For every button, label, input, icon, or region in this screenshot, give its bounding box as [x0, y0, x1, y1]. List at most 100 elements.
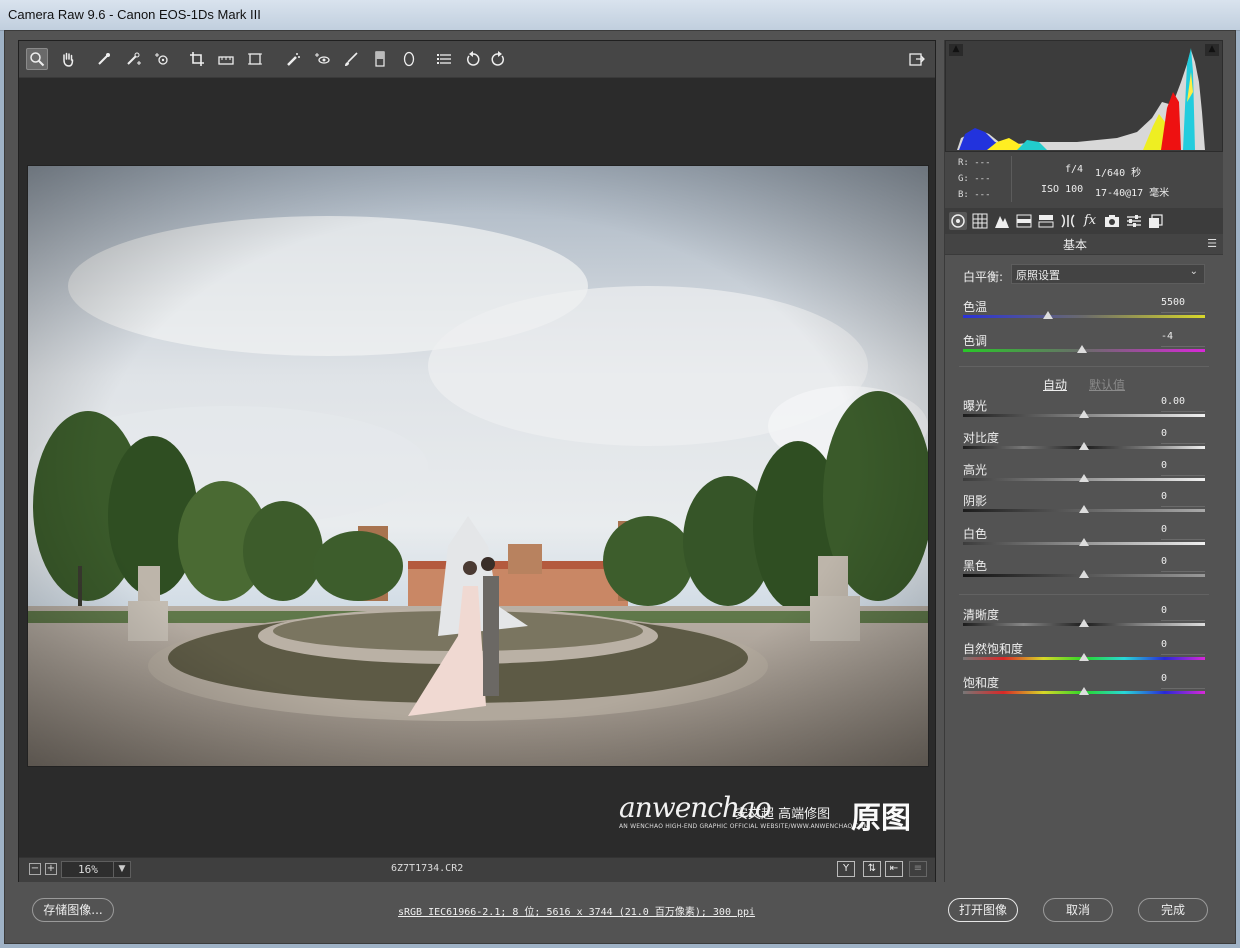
- tab-effects[interactable]: fx: [1081, 212, 1099, 230]
- rotate-ccw-icon[interactable]: [462, 48, 484, 70]
- camera-raw-window: anwenchao 安文超 高端修图 AN WENCHAO HIGH-END G…: [4, 30, 1236, 944]
- toggle-fullscreen-icon[interactable]: [906, 48, 928, 70]
- rotate-cw-icon[interactable]: [487, 48, 509, 70]
- slider-value-field[interactable]: -4: [1161, 331, 1205, 347]
- chevron-down-icon: ▼: [113, 862, 130, 877]
- slider-label: 高光: [963, 463, 988, 477]
- radial-filter-icon[interactable]: [398, 48, 420, 70]
- white-balance-select[interactable]: 原照设置 ⌄: [1011, 264, 1205, 284]
- transform-icon[interactable]: [244, 48, 266, 70]
- graduated-filter-icon[interactable]: [369, 48, 391, 70]
- crop-icon[interactable]: [186, 48, 208, 70]
- chevron-down-icon: ⌄: [1189, 266, 1198, 277]
- preview-status-bar: − + 16% ▼ 6Z7T1734.CR2 Y ⇅ ⇤ ≡: [19, 857, 935, 882]
- slider-value-field[interactable]: 0: [1161, 673, 1205, 689]
- section-header: 基本 ☰: [945, 234, 1223, 255]
- slider-label: 曝光: [963, 399, 988, 413]
- slider-thumb[interactable]: [1079, 538, 1089, 546]
- white-balance-value: 原照设置: [1016, 269, 1060, 282]
- workflow-options-link[interactable]: sRGB IEC61966-2.1; 8 位; 5616 x 3744 (21.…: [398, 903, 755, 918]
- aperture: f/4: [1065, 164, 1084, 175]
- iso: ISO 100: [1041, 184, 1084, 195]
- slider-label: 阴影: [963, 494, 988, 508]
- cancel-button[interactable]: 取消: [1043, 898, 1113, 922]
- tab-basic[interactable]: [949, 212, 967, 230]
- slider-thumb[interactable]: [1079, 505, 1089, 513]
- blue-value: B: ---: [958, 190, 991, 200]
- tab-camera-calibration[interactable]: [1103, 212, 1121, 230]
- slider-thumb[interactable]: [1079, 687, 1089, 695]
- panel-menu-icon[interactable]: ☰: [1207, 237, 1217, 250]
- toolbar: [19, 41, 935, 78]
- slider-value-field[interactable]: 0: [1161, 605, 1205, 621]
- adjustment-brush-icon[interactable]: [340, 48, 362, 70]
- straighten-icon[interactable]: [215, 48, 237, 70]
- info-panel: R: --- G: --- B: --- f/4 1/640 秒 ISO 100…: [945, 152, 1223, 209]
- default-link[interactable]: 默认值: [1089, 376, 1125, 393]
- slider-value-field[interactable]: 0: [1161, 639, 1205, 655]
- white-balance-label: 白平衡:: [963, 270, 1004, 284]
- hand-icon[interactable]: [57, 48, 79, 70]
- auto-link[interactable]: 自动: [1043, 376, 1067, 393]
- toggle-settings-button[interactable]: ≡: [909, 861, 927, 877]
- slider-thumb[interactable]: [1079, 474, 1089, 482]
- red-eye-icon[interactable]: [311, 48, 333, 70]
- slider-value-field[interactable]: 0: [1161, 524, 1205, 540]
- title-bar: Camera Raw 9.6 - Canon EOS-1Ds Mark III: [0, 0, 1240, 31]
- slider-label: 对比度: [963, 431, 1000, 445]
- targeted-adjustment-icon[interactable]: [151, 48, 173, 70]
- slider-label: 白色: [963, 527, 988, 541]
- zoom-value: 16%: [78, 863, 98, 876]
- slider-value-field[interactable]: 0: [1161, 556, 1205, 572]
- watermark-small: AN WENCHAO HIGH-END GRAPHIC OFFICIAL WEB…: [619, 823, 870, 830]
- open-image-button[interactable]: 打开图像: [948, 898, 1018, 922]
- done-button[interactable]: 完成: [1138, 898, 1208, 922]
- info-divider: [1011, 156, 1012, 202]
- red-value: R: ---: [958, 158, 991, 168]
- slider-value-field[interactable]: 5500: [1161, 297, 1205, 313]
- preview-area: anwenchao 安文超 高端修图 AN WENCHAO HIGH-END G…: [18, 40, 936, 882]
- tab-presets[interactable]: [1125, 212, 1143, 230]
- zoom-icon[interactable]: [26, 48, 48, 70]
- watermark-tag: 原图: [851, 801, 911, 836]
- slider-thumb[interactable]: [1076, 345, 1087, 353]
- window-title: Camera Raw 9.6 - Canon EOS-1Ds Mark III: [8, 7, 261, 22]
- slider-thumb[interactable]: [1079, 442, 1089, 450]
- tab-split-toning[interactable]: [1037, 212, 1055, 230]
- spot-removal-icon[interactable]: [282, 48, 304, 70]
- color-sampler-icon[interactable]: [122, 48, 144, 70]
- histogram: ▲ ▲: [945, 40, 1223, 152]
- slider-value-field[interactable]: 0: [1161, 460, 1205, 476]
- swap-settings-button[interactable]: ⇅: [863, 861, 881, 877]
- image-preview[interactable]: [27, 165, 929, 767]
- right-panel: ▲ ▲ R: --- G: --- B: --- f/4 1/640 秒 ISO…: [944, 40, 1223, 882]
- panel-tabs: fx: [945, 208, 1223, 234]
- zoom-out-button[interactable]: −: [29, 863, 41, 875]
- slider-thumb[interactable]: [1079, 653, 1089, 661]
- slider-value-field[interactable]: 0.00: [1161, 396, 1205, 412]
- save-image-button[interactable]: 存储图像...: [32, 898, 114, 922]
- preferences-icon[interactable]: [433, 48, 455, 70]
- tab-hsl[interactable]: [1015, 212, 1033, 230]
- slider-thumb[interactable]: [1079, 619, 1089, 627]
- slider-value-field[interactable]: 0: [1161, 428, 1205, 444]
- shutter-speed: 1/640 秒: [1095, 168, 1142, 179]
- copy-settings-button[interactable]: ⇤: [885, 861, 903, 877]
- slider-thumb[interactable]: [1042, 311, 1053, 319]
- slider-label: 黑色: [963, 559, 988, 573]
- tab-detail[interactable]: [993, 212, 1011, 230]
- slider-thumb[interactable]: [1079, 410, 1089, 418]
- tab-snapshots[interactable]: [1147, 212, 1165, 230]
- before-after-button[interactable]: Y: [837, 861, 855, 877]
- zoom-in-button[interactable]: +: [45, 863, 57, 875]
- slider-track[interactable]: [963, 315, 1205, 318]
- eyedropper-icon[interactable]: [93, 48, 115, 70]
- zoom-select[interactable]: 16% ▼: [61, 861, 131, 878]
- slider-thumb[interactable]: [1079, 570, 1089, 578]
- tab-tone-curve[interactable]: [971, 212, 989, 230]
- tab-lens-corrections[interactable]: [1059, 212, 1077, 230]
- focal-length: 17-40@17 毫米: [1095, 188, 1170, 199]
- divider: [959, 594, 1209, 595]
- watermark: anwenchao 安文超 高端修图 AN WENCHAO HIGH-END G…: [619, 791, 919, 841]
- slider-value-field[interactable]: 0: [1161, 491, 1205, 507]
